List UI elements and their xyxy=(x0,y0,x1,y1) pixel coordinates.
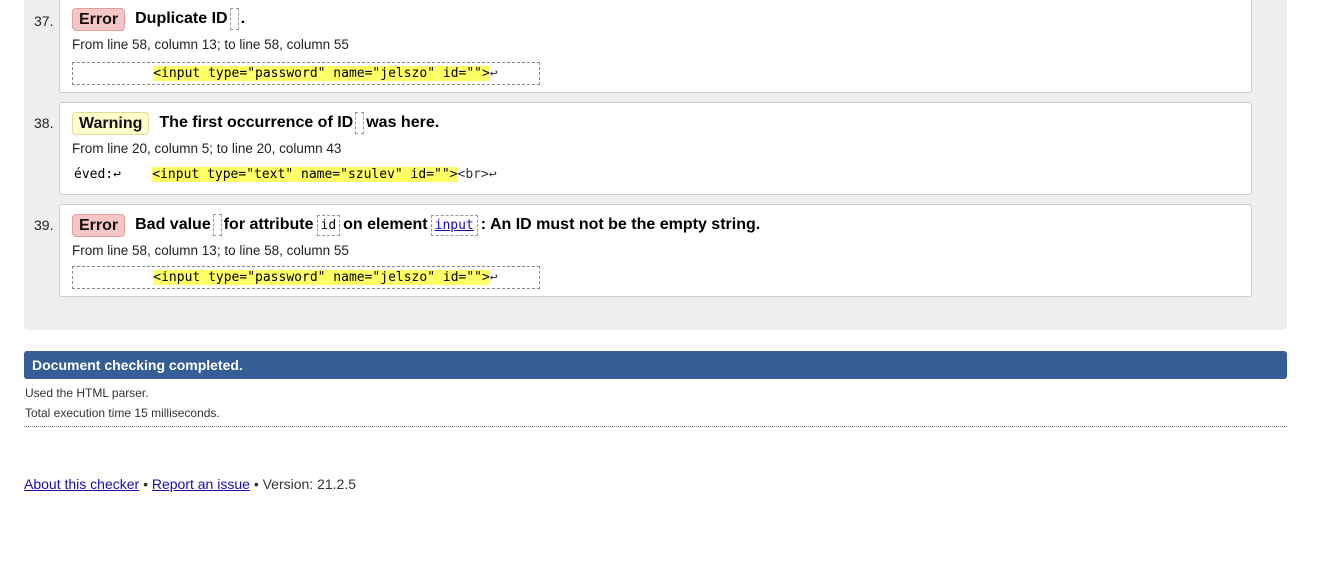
message-text: Bad value xyxy=(135,216,211,233)
source-extract: éved:↩ <input type="text" name="szulev" … xyxy=(72,164,540,187)
message-number: 39. xyxy=(34,217,54,233)
message-text-end: was here. xyxy=(366,114,440,131)
extract-after: ↩ xyxy=(489,66,498,81)
empty-id-value xyxy=(229,8,239,30)
extract-before xyxy=(75,270,153,285)
warning-badge: Warning xyxy=(72,111,150,135)
message-text-end: : An ID must not be the empty string. xyxy=(480,216,761,233)
results-list: 37. Error Duplicate ID . From line 58, c… xyxy=(24,0,1287,330)
element-input-link[interactable]: input xyxy=(435,218,474,233)
extract-highlight: <input type="text" name="szulev" id=""> xyxy=(152,167,458,182)
about-checker-link[interactable]: About this checker xyxy=(24,476,139,492)
footer: About this checker • Report an issue • V… xyxy=(24,476,356,492)
location-text: From line 20, column 5; to line 20, colu… xyxy=(72,141,342,156)
divider xyxy=(24,426,1287,427)
empty-id-value xyxy=(212,214,222,236)
message-box: Error Bad value for attribute id on elem… xyxy=(59,204,1252,297)
footer-separator: • xyxy=(143,476,148,492)
location-text: From line 58, column 13; to line 58, col… xyxy=(72,243,349,258)
parser-info: Used the HTML parser. xyxy=(25,386,149,400)
extract-after: ↩ xyxy=(489,270,498,285)
source-extract: <input type="password" name="jelszo" id=… xyxy=(72,266,540,289)
message-text-mid2: on element xyxy=(343,216,428,233)
extract-highlight: <input type="password" name="jelszo" id=… xyxy=(153,270,490,285)
extract-before: éved:↩ xyxy=(74,167,153,182)
location-text: From line 58, column 13; to line 58, col… xyxy=(72,37,349,52)
error-badge: Error xyxy=(72,213,126,237)
empty-id-value xyxy=(355,112,365,134)
checking-completed-banner: Document checking completed. xyxy=(24,351,1287,379)
extract-before xyxy=(75,66,153,81)
footer-separator: • xyxy=(253,476,259,492)
message-heading: Error Bad value for attribute id on elem… xyxy=(72,213,761,237)
message-heading: Warning The first occurrence of ID was h… xyxy=(72,111,440,135)
version-text: Version: 21.2.5 xyxy=(262,476,357,492)
message-heading: Error Duplicate ID . xyxy=(72,7,246,31)
execution-time-info: Total execution time 15 milliseconds. xyxy=(25,406,220,420)
report-issue-link[interactable]: Report an issue xyxy=(152,476,250,492)
source-extract: <input type="password" name="jelszo" id=… xyxy=(72,62,540,85)
extract-highlight: <input type="password" name="jelszo" id=… xyxy=(153,66,490,81)
error-badge: Error xyxy=(72,7,126,31)
message-text: The first occurrence of ID xyxy=(159,114,354,131)
message-text-mid: for attribute xyxy=(223,216,314,233)
extract-after: <br>↩ xyxy=(457,167,497,182)
message-number: 37. xyxy=(34,13,54,29)
message-box: Error Duplicate ID . From line 58, colum… xyxy=(59,0,1252,93)
attribute-name: id xyxy=(316,214,341,236)
element-chip: input xyxy=(430,214,478,236)
message-text: Duplicate ID xyxy=(135,10,228,27)
message-number: 38. xyxy=(34,115,54,131)
message-text-end: . xyxy=(240,10,246,27)
message-box: Warning The first occurrence of ID was h… xyxy=(59,102,1252,195)
